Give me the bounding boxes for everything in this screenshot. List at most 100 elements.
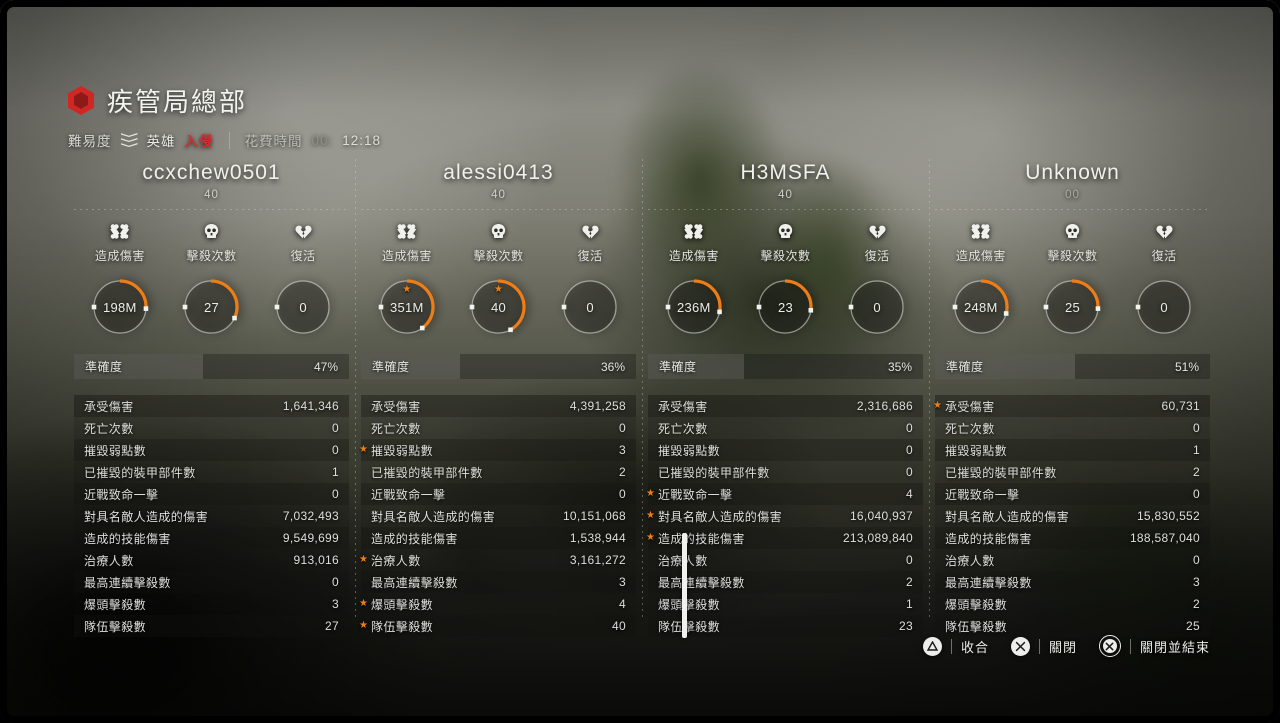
player-column: alessi0413 40 造成傷害 擊殺次數 復活 ★ 351M ★ 40 0 準確度 36%… (355, 155, 642, 637)
stat-value: 1 (906, 597, 913, 611)
metric-gauge: 27 (166, 276, 257, 338)
accuracy-bar: 準確度 35% (648, 354, 923, 379)
action-item[interactable]: 關閉並結束 (1098, 635, 1210, 657)
stat-value: 3 (332, 597, 339, 611)
stat-label: 摧毀弱點數 (945, 443, 1008, 458)
stat-row: 死亡次數 0 (74, 417, 349, 439)
stat-label: 對具名敵人造成的傷害 (84, 509, 209, 524)
stat-row: ★ 對具名敵人造成的傷害 16,040,937 (646, 505, 923, 527)
stats-scrollbar[interactable] (682, 533, 687, 638)
stat-row: 近戰致命一擊 0 (935, 483, 1210, 505)
accuracy-label: 準確度 (659, 360, 697, 374)
metric-header: 造成傷害 (935, 223, 1026, 264)
crossed-bones-icon (648, 223, 739, 240)
action-item[interactable]: 收合 (922, 636, 1011, 656)
stat-row: ★ 造成的技能傷害 213,089,840 (646, 527, 923, 549)
stat-row: 造成的技能傷害 188,587,040 (935, 527, 1210, 549)
stat-label: 死亡次數 (84, 421, 134, 436)
stat-row: ★ 摧毀弱點數 3 (359, 439, 636, 461)
difficulty-value: 英雄 (146, 134, 176, 149)
metric-header-row: 造成傷害 擊殺次數 復活 (935, 223, 1210, 264)
stat-value: 0 (332, 487, 339, 501)
stat-label: 造成的技能傷害 (371, 531, 458, 546)
stat-label: 造成的技能傷害 (84, 531, 171, 546)
stat-value: 0 (906, 553, 913, 567)
time-value: 12:18 (342, 132, 382, 148)
divider (1038, 638, 1040, 654)
player-name: alessi0413 (443, 161, 554, 184)
stat-value: 2 (1193, 597, 1200, 611)
stat-value: 0 (619, 421, 626, 435)
metric-gauge: 25 (1027, 276, 1118, 338)
action-label[interactable]: 關閉 (1049, 637, 1077, 656)
player-name: Unknown (1025, 161, 1120, 184)
action-label[interactable]: 關閉並結束 (1140, 637, 1210, 656)
stat-row: ★ 爆頭擊殺數 4 (359, 593, 636, 615)
stats-list: 承受傷害 2,316,686 死亡次數 0 摧毀弱點數 0 已摧毀的裝甲部件數 0 ★ 近戰致命一… (646, 395, 923, 637)
stat-row: 承受傷害 4,391,258 (361, 395, 636, 417)
broken-heart-icon (1119, 223, 1210, 240)
best-star-icon: ★ (359, 620, 368, 631)
stat-label: 已摧毀的裝甲部件數 (84, 465, 196, 480)
stat-row: 爆頭擊殺數 2 (935, 593, 1210, 615)
divider (648, 209, 923, 210)
stat-value: 10,151,068 (562, 509, 626, 523)
metric-gauge: 0 (258, 276, 349, 338)
best-star-icon: ★ (646, 510, 655, 521)
stat-label: 治療人數 (371, 553, 421, 568)
best-star-icon: ★ (933, 400, 942, 411)
metric-label: 造成傷害 (668, 249, 719, 263)
stat-value: 213,089,840 (842, 531, 913, 545)
stat-label: 造成的技能傷害 (945, 531, 1032, 546)
stat-row: 摧毀弱點數 0 (74, 439, 349, 461)
metric-header: 擊殺次數 (453, 223, 544, 264)
stat-label: 爆頭擊殺數 (371, 597, 434, 612)
stat-value: 0 (906, 465, 913, 479)
stat-label: 對具名敵人造成的傷害 (371, 509, 496, 524)
stat-label: 承受傷害 (945, 399, 995, 414)
stat-value: 9,549,699 (282, 531, 339, 545)
stat-row: ★ 隊伍擊殺數 40 (359, 615, 636, 637)
stat-value: 27 (325, 619, 339, 633)
accuracy-bar: 準確度 36% (361, 354, 636, 379)
metric-label: 復活 (864, 249, 890, 263)
best-star-icon: ★ (646, 488, 655, 499)
metric-gauge: 0 (545, 276, 636, 338)
triangle-button-icon[interactable] (922, 636, 942, 656)
stat-label: 死亡次數 (945, 421, 995, 436)
difficulty-label: 難易度 (68, 134, 112, 149)
player-level: 40 (491, 189, 506, 201)
stat-label: 爆頭擊殺數 (945, 597, 1008, 612)
metric-header: 造成傷害 (74, 223, 165, 264)
stat-value: 0 (1193, 553, 1200, 567)
stat-value: 913,016 (293, 553, 339, 567)
metric-label: 復活 (577, 249, 603, 263)
hold-cross-button-icon[interactable] (1098, 635, 1121, 657)
stat-row: 已摧毀的裝甲部件數 2 (361, 461, 636, 483)
stat-value: 0 (332, 575, 339, 589)
metric-label: 造成傷害 (381, 249, 432, 263)
metric-gauge: 23 (740, 276, 831, 338)
metric-value: 0 (586, 299, 594, 315)
player-level: 00 (1065, 189, 1080, 201)
stat-value: 188,587,040 (1129, 531, 1200, 545)
stat-value: 4 (619, 597, 626, 611)
skull-icon (740, 223, 831, 240)
stat-row: 承受傷害 1,641,346 (74, 395, 349, 417)
stat-row: 造成的技能傷害 1,538,944 (361, 527, 636, 549)
metric-label: 復活 (290, 249, 316, 263)
metric-header-row: 造成傷害 擊殺次數 復活 (648, 223, 923, 264)
skull-icon (166, 223, 257, 240)
stat-value: 40 (612, 619, 626, 633)
cross-button-icon[interactable] (1010, 636, 1030, 656)
metric-value: 351M (389, 299, 424, 315)
metric-header: 擊殺次數 (1027, 223, 1118, 264)
modifier-badge: 入侵 (184, 134, 214, 149)
metric-gauge: 248M (935, 276, 1026, 338)
metric-value: 0 (1160, 299, 1168, 315)
action-label[interactable]: 收合 (961, 637, 989, 656)
action-item[interactable]: 關閉 (1010, 636, 1099, 656)
stat-value: 2 (619, 465, 626, 479)
metric-header: 復活 (832, 223, 923, 264)
player-name: ccxchew0501 (142, 161, 281, 184)
